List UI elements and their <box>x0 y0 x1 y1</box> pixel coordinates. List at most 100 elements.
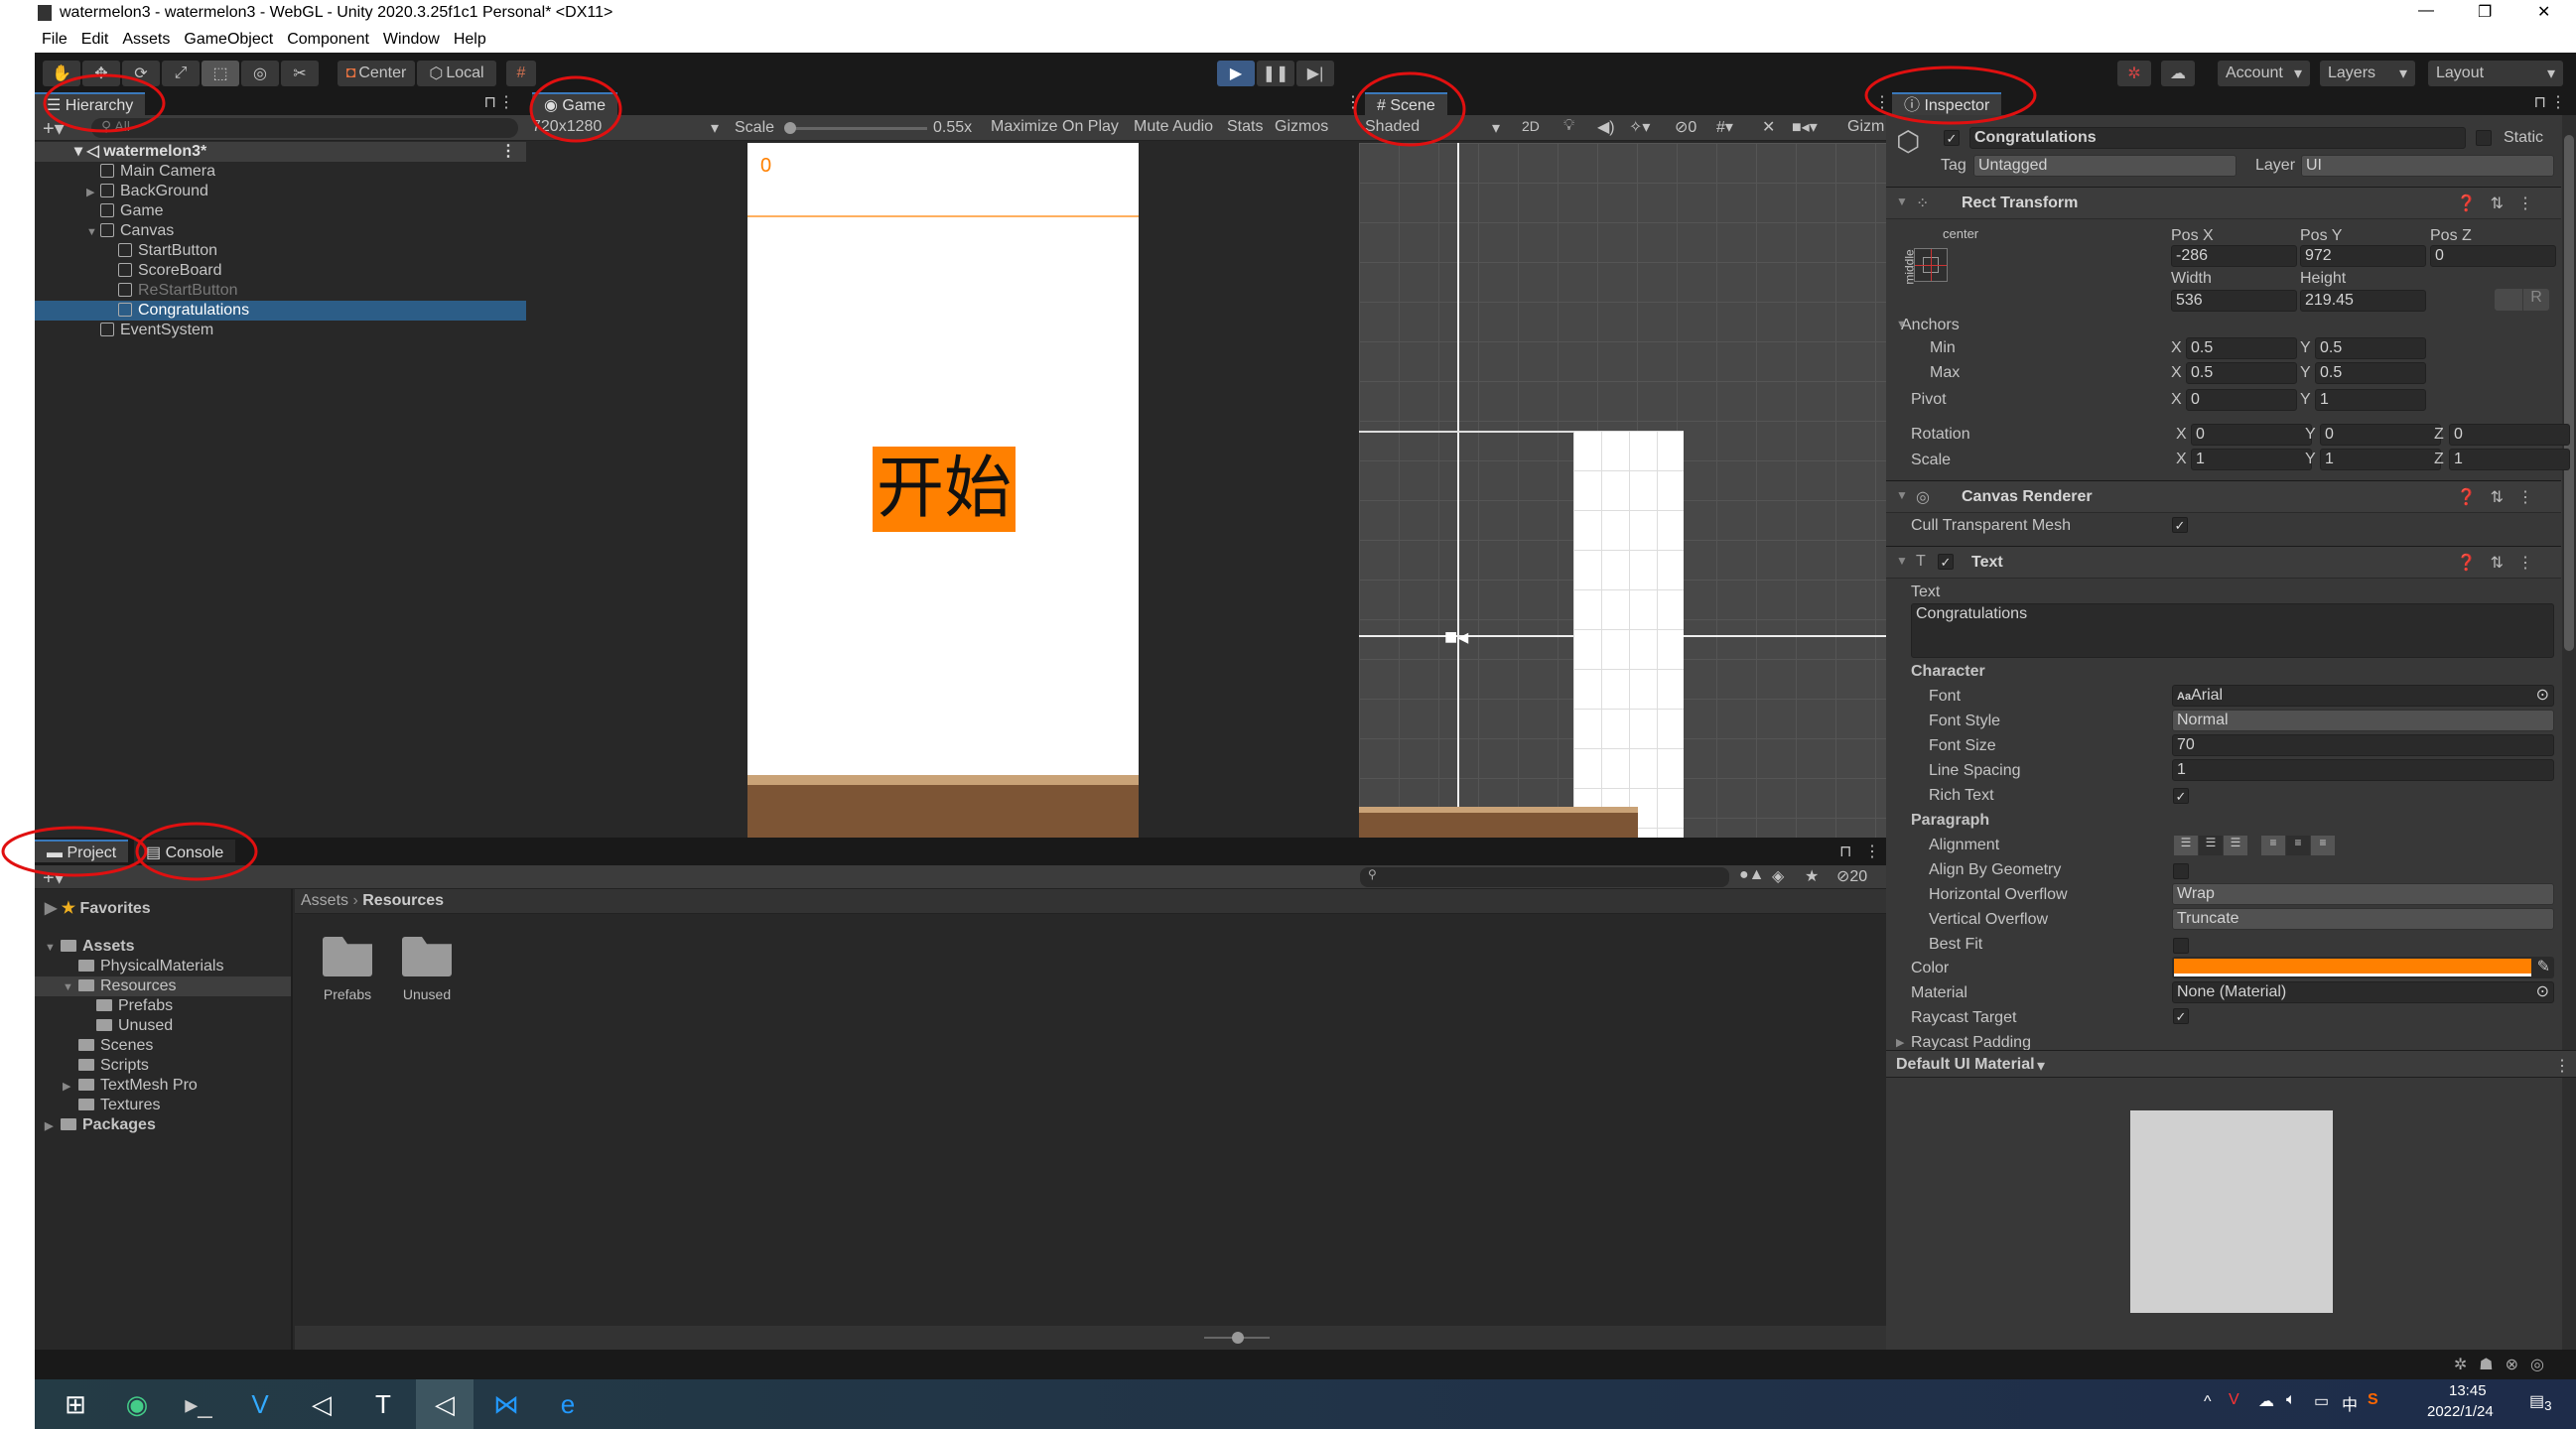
tab-console[interactable]: ▤ Console <box>134 840 236 862</box>
cull-transparent-mesh-checkbox[interactable]: ✓ <box>2172 517 2188 533</box>
pos-x-input[interactable]: -286 <box>2171 245 2297 267</box>
sogou-icon[interactable]: S <box>2368 1391 2378 1409</box>
tab-scene[interactable]: # Scene <box>1365 92 1447 115</box>
foldout-arrow-icon[interactable]: ▼ <box>1896 319 1907 330</box>
notification-icon[interactable]: ▤3 <box>2529 1391 2552 1413</box>
clock-time[interactable]: 13:45 <box>2449 1382 2487 1399</box>
align-top-button[interactable]: ≡ <box>2261 836 2285 855</box>
align-by-geometry-checkbox[interactable] <box>2173 863 2189 879</box>
arrow-down-icon[interactable]: ▼ <box>45 938 61 958</box>
slider-thumb[interactable] <box>784 122 796 134</box>
breadcrumb-resources[interactable]: Resources <box>362 892 444 909</box>
project-folder-item[interactable]: PhysicalMaterials <box>35 957 291 976</box>
audio-icon[interactable]: ◀) <box>1597 117 1615 137</box>
layout-dropdown[interactable]: Layout ▾ <box>2428 61 2563 86</box>
hierarchy-item[interactable]: ▼ Canvas <box>35 221 526 241</box>
object-picker-icon[interactable]: ⊙ <box>2536 686 2549 706</box>
active-checkbox[interactable]: ✓ <box>1944 130 1960 146</box>
rot-z-input[interactable]: 0 <box>2449 424 2570 446</box>
gizmos-toggle[interactable]: Gizmos <box>1275 118 1328 136</box>
font-size-input[interactable]: 70 <box>2172 734 2554 756</box>
tray-cloud-icon[interactable]: ☁ <box>2258 1391 2274 1411</box>
tray-app-icon[interactable]: V <box>2229 1391 2239 1409</box>
pause-button[interactable]: ❚❚ <box>1257 61 1294 86</box>
object-picker-icon[interactable]: ⊙ <box>2536 982 2549 1002</box>
ime-indicator[interactable]: 中 <box>2342 1391 2358 1415</box>
component-enabled-checkbox[interactable]: ✓ <box>1938 554 1954 570</box>
unity-icon[interactable]: ◁ <box>416 1379 474 1429</box>
start-button[interactable]: 开始 <box>873 447 1016 532</box>
scale-z-input[interactable]: 1 <box>2449 449 2570 470</box>
pivot-toggle[interactable]: ◘ Center <box>338 61 415 86</box>
hierarchy-item[interactable]: ScoreBoard <box>35 261 526 281</box>
create-button[interactable]: +▾ <box>43 865 65 890</box>
layers-dropdown[interactable]: Layers ▾ <box>2320 61 2415 86</box>
hierarchy-item[interactable]: Congratulations <box>35 301 526 321</box>
component-actions-icon[interactable]: ❓⇅⋮ <box>2457 194 2547 213</box>
resolution-dropdown[interactable]: 720x1280 <box>532 118 602 136</box>
tab-project[interactable]: ▬ Project <box>35 840 129 862</box>
maximize-button[interactable]: ❐ <box>2478 2 2492 22</box>
scene-row[interactable]: ▾ ◁ watermelon3* ⋮ <box>35 142 526 162</box>
lock-icon[interactable]: ⊓ <box>1839 842 1851 861</box>
tab-inspector[interactable]: ⓘ Inspector <box>1892 92 2002 115</box>
typora-icon[interactable]: T <box>354 1379 412 1429</box>
play-button[interactable]: ▶ <box>1217 61 1255 86</box>
hierarchy-item[interactable]: StartButton <box>35 241 526 261</box>
vscode-icon[interactable]: ⋈ <box>477 1379 535 1429</box>
foldout-arrow-icon[interactable]: ▼ <box>1896 195 1908 208</box>
rot-y-input[interactable]: 0 <box>2320 424 2441 446</box>
lock-icon[interactable]: ⊓ <box>2534 92 2546 112</box>
project-folder-item[interactable]: ▶ TextMesh Pro <box>35 1076 291 1096</box>
folder-asset[interactable]: Unused <box>392 937 462 1002</box>
rich-text-checkbox[interactable]: ✓ <box>2173 788 2189 804</box>
scene-viewport[interactable]: ■◂ <box>1359 143 1886 848</box>
shading-dropdown[interactable]: Shaded <box>1365 118 1420 136</box>
foldout-arrow-icon[interactable]: ▶ <box>1896 1036 1904 1049</box>
filter-label-icon[interactable]: ◈ <box>1772 866 1784 886</box>
v-app-icon[interactable]: V <box>231 1379 289 1429</box>
grid-snap-button[interactable]: # <box>506 61 536 86</box>
static-checkbox[interactable] <box>2476 130 2492 146</box>
cloud-icon[interactable]: ☁ <box>2161 61 2195 86</box>
favorites-item[interactable]: ▶ ★ Favorites <box>45 899 151 919</box>
maximize-on-play-toggle[interactable]: Maximize On Play <box>991 118 1119 136</box>
step-button[interactable]: ▶| <box>1296 61 1334 86</box>
rect-tool-button[interactable]: ⬚ <box>202 61 239 86</box>
material-section-header[interactable]: Default UI Material ▾ ⋮ <box>1886 1050 2576 1078</box>
stats-toggle[interactable]: Stats <box>1227 118 1263 136</box>
raw-edit-button[interactable]: R <box>2523 289 2549 311</box>
material-field[interactable]: None (Material) ⊙ <box>2172 981 2554 1003</box>
foldout-arrow-icon[interactable]: ▼ <box>1896 554 1908 568</box>
camera-gizmo-icon[interactable]: ■◂ <box>1444 624 1468 650</box>
menu-gameobject[interactable]: GameObject <box>184 31 273 48</box>
color-field[interactable]: ✎ <box>2172 957 2554 978</box>
project-folder-item[interactable]: Unused <box>35 1016 291 1036</box>
scale-y-input[interactable]: 1 <box>2320 449 2441 470</box>
more-icon[interactable]: ⋮ <box>1864 842 1880 861</box>
arrow-right-icon[interactable]: ▶ <box>86 183 100 202</box>
close-button[interactable]: ✕ <box>2537 2 2550 22</box>
hierarchy-search-input[interactable]: ⚲ All <box>91 118 518 138</box>
slider-thumb[interactable] <box>1232 1332 1244 1344</box>
anchor-preset-button[interactable] <box>1914 248 1948 282</box>
tab-game[interactable]: ◉ Game <box>532 92 617 115</box>
horizontal-overflow-dropdown[interactable]: Wrap <box>2172 883 2554 905</box>
foldout-arrow-icon[interactable]: ▼ <box>1896 488 1908 502</box>
eyedropper-icon[interactable]: ✎ <box>2537 957 2550 976</box>
align-middle-button[interactable]: ≡ <box>2286 836 2310 855</box>
rot-x-input[interactable]: 0 <box>2191 424 2312 446</box>
minimize-button[interactable]: — <box>2418 2 2434 20</box>
font-field[interactable]: AaArial ⊙ <box>2172 685 2554 707</box>
component-actions-icon[interactable]: ❓⇅⋮ <box>2457 553 2547 573</box>
game-viewport[interactable]: 0 开始 <box>747 143 1139 838</box>
blueprint-mode-button[interactable] <box>2495 289 2522 311</box>
arrow-down-icon[interactable]: ▼ <box>63 977 78 997</box>
collab-icon[interactable]: ✲ <box>2117 61 2151 86</box>
camera-icon[interactable]: ■◂▾ <box>1792 117 1818 137</box>
hierarchy-item[interactable]: EventSystem <box>35 321 526 340</box>
folder-asset[interactable]: Prefabs <box>313 937 382 1002</box>
effects-icon[interactable]: ✧▾ <box>1629 117 1650 137</box>
mute-audio-toggle[interactable]: Mute Audio <box>1134 118 1213 136</box>
network-icon[interactable]: ▭ <box>2314 1391 2329 1411</box>
